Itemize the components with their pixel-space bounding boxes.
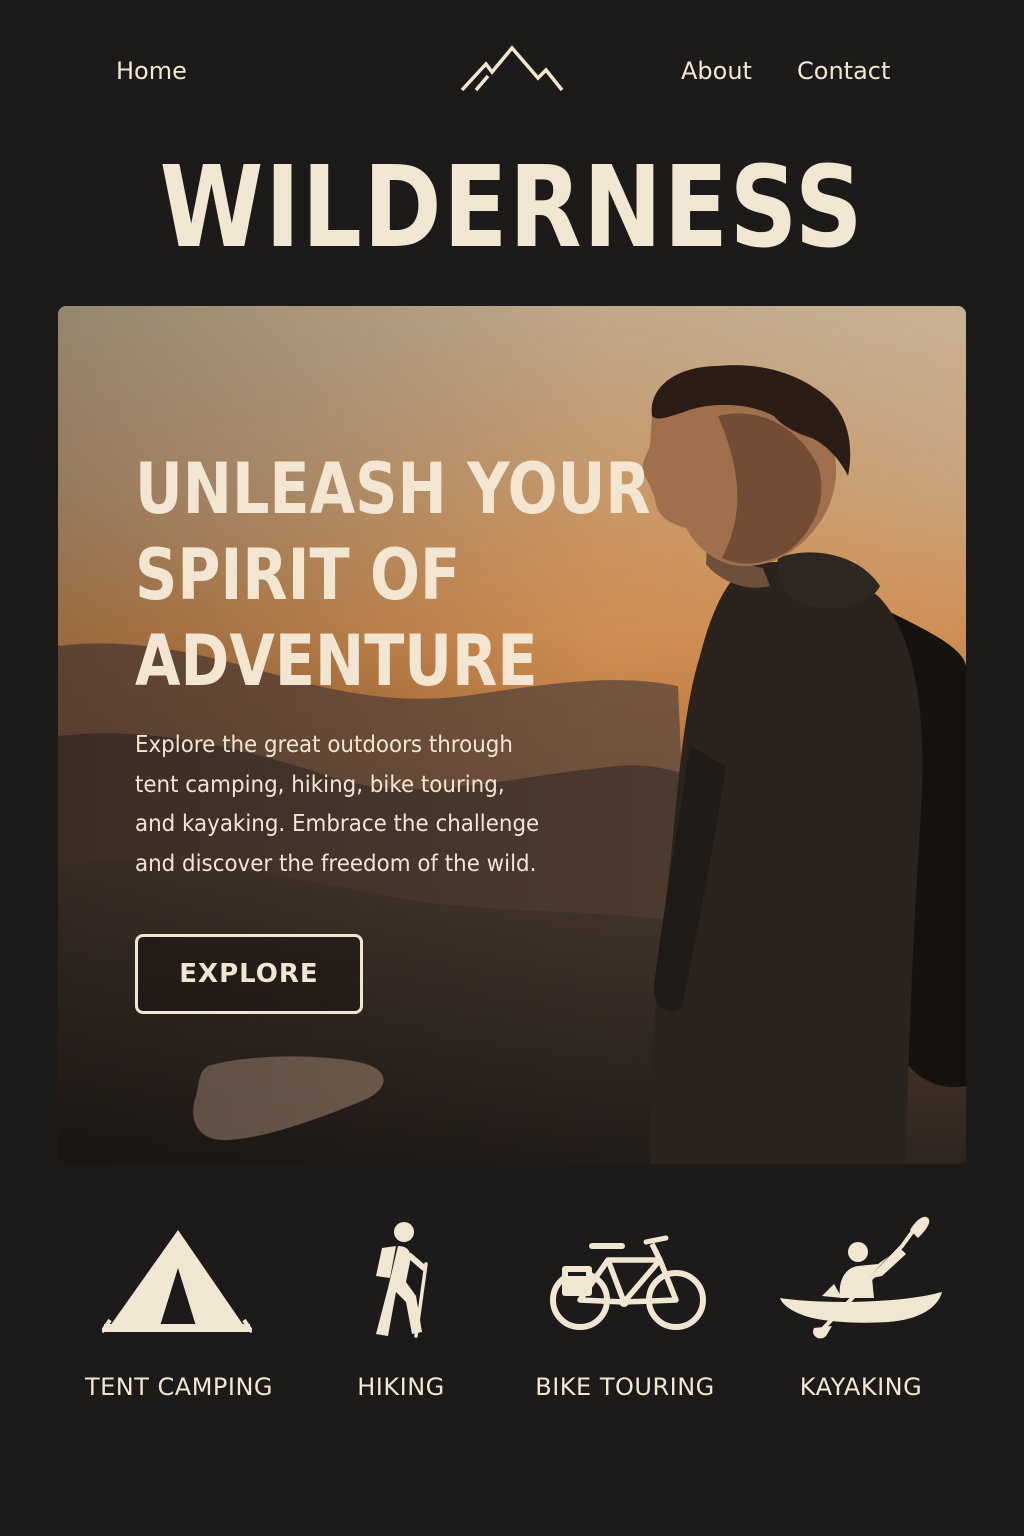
hero-heading: UNLEASH YOUR SPIRIT OF ADVENTURE bbox=[135, 446, 651, 704]
nav-about-link[interactable]: About bbox=[681, 56, 752, 86]
hero-description-line: and discover the freedom of the wild. bbox=[135, 850, 537, 877]
hero-heading-line: SPIRIT OF bbox=[135, 534, 461, 616]
nav-contact-link[interactable]: Contact bbox=[797, 56, 890, 86]
activity-bike-touring[interactable]: BIKE TOURING bbox=[510, 1212, 740, 1412]
brand-title: WILDERNESS bbox=[159, 143, 865, 273]
hero-description: Explore the great outdoors through tent … bbox=[135, 726, 600, 884]
hero-description-line: Explore the great outdoors through bbox=[135, 732, 513, 758]
activity-label: TENT CAMPING bbox=[84, 1373, 274, 1401]
activity-tent-camping[interactable]: TENT CAMPING bbox=[64, 1212, 294, 1412]
hero-heading-line: UNLEASH YOUR bbox=[135, 448, 651, 530]
activity-label: HIKING bbox=[357, 1373, 445, 1401]
hiker-icon bbox=[376, 1222, 428, 1338]
activity-label: KAYAKING bbox=[799, 1373, 923, 1401]
kayaker-icon bbox=[780, 1216, 942, 1339]
nav-home-link[interactable]: Home bbox=[116, 56, 187, 86]
mountain-icon[interactable] bbox=[458, 44, 564, 94]
bicycle-icon bbox=[550, 1235, 706, 1330]
hero-description-line: tent camping, hiking, bike touring, bbox=[135, 771, 505, 798]
explore-button[interactable]: EXPLORE bbox=[135, 934, 363, 1014]
hero-banner: UNLEASH YOUR SPIRIT OF ADVENTURE Explore… bbox=[58, 306, 966, 1164]
hero-description-line: and kayaking. Embrace the challenge bbox=[135, 811, 540, 837]
activity-label: BIKE TOURING bbox=[535, 1373, 715, 1401]
tent-icon bbox=[102, 1230, 252, 1334]
hero-heading-line: ADVENTURE bbox=[135, 620, 538, 702]
activity-hiking[interactable]: HIKING bbox=[286, 1212, 516, 1412]
activity-kayaking[interactable]: KAYAKING bbox=[746, 1212, 976, 1412]
